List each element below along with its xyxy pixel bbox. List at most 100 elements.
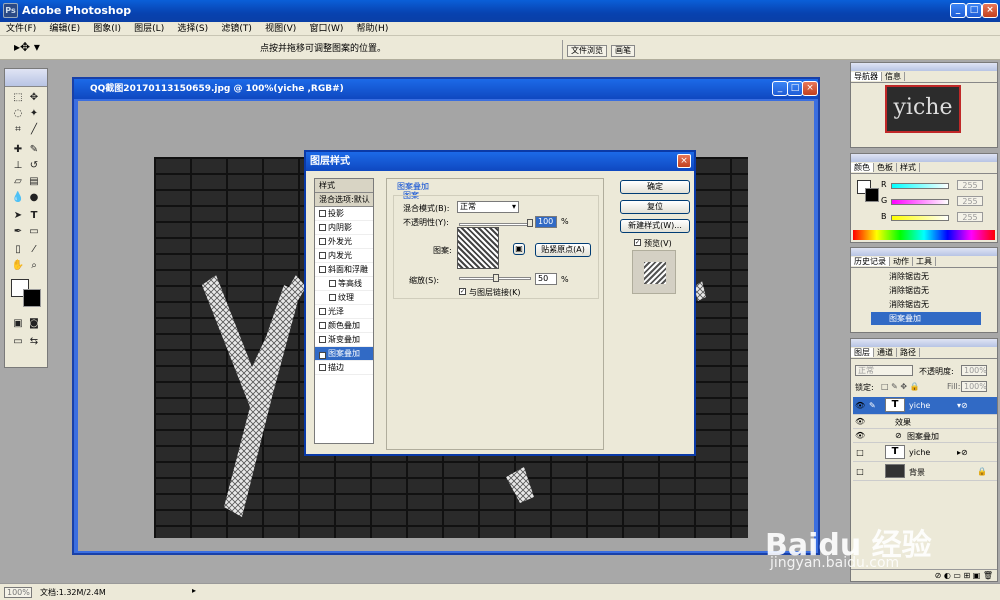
color-spectrum-bar[interactable] [853, 230, 995, 240]
checkbox[interactable] [319, 252, 326, 259]
eye-icon[interactable]: □ [855, 467, 865, 476]
well-tab-file-browser[interactable]: 文件浏览 [567, 45, 607, 57]
fx-icon[interactable]: ▾⊘ [957, 401, 968, 410]
fx-icon[interactable]: ▸⊘ [957, 448, 968, 457]
tab-tools[interactable]: 工具 [913, 257, 936, 266]
well-tab-brushes[interactable]: 画笔 [611, 45, 635, 57]
move-tool-icon[interactable]: ✥ [27, 91, 41, 105]
eraser-tool-icon[interactable]: ▱ [11, 175, 25, 189]
blur-tool-icon[interactable]: 💧 [11, 191, 25, 205]
gradient-tool-icon[interactable]: ▤ [27, 175, 41, 189]
layer-row-yiche-active[interactable]: 👁 ✎ T yiche ▾⊘ [853, 397, 997, 415]
checkbox[interactable] [319, 364, 326, 371]
style-item-texture[interactable]: 纹理 [315, 291, 373, 305]
pattern-picker[interactable] [457, 227, 499, 269]
eye-icon[interactable]: □ [855, 448, 865, 457]
style-item-gradient-overlay[interactable]: 渐变叠加 [315, 333, 373, 347]
snap-to-origin-button[interactable]: 贴紧原点(A) [535, 243, 591, 257]
slice-tool-icon[interactable]: ╱ [27, 123, 41, 137]
menu-layer[interactable]: 图层(L) [130, 22, 168, 36]
history-item[interactable]: 消除锯齿无 [871, 284, 981, 297]
tab-layers[interactable]: 图层 [851, 348, 874, 357]
style-item-color-overlay[interactable]: 颜色叠加 [315, 319, 373, 333]
lock-icons[interactable]: □ ✎ ✥ 🔒 [881, 382, 920, 391]
navigator-thumbnail[interactable]: yiche [885, 85, 961, 133]
channel-g-value[interactable]: 255 [957, 196, 983, 206]
menu-edit[interactable]: 编辑(E) [45, 22, 84, 36]
path-select-icon[interactable]: ➤ [11, 209, 25, 223]
history-brush-icon[interactable]: ↺ [27, 159, 41, 173]
checkbox[interactable] [319, 308, 326, 315]
pen-tool-icon[interactable]: ✒ [11, 225, 25, 239]
quickmask-mode-icon[interactable]: ◙ [27, 317, 41, 331]
doc-maximize-button[interactable]: □ [787, 81, 803, 96]
history-item[interactable]: 消除锯齿无 [871, 298, 981, 311]
hand-tool-icon[interactable]: ✋ [11, 259, 25, 273]
tab-paths[interactable]: 路径 [897, 348, 920, 357]
checkbox[interactable] [319, 224, 326, 231]
style-item-bevel-emboss[interactable]: 斜面和浮雕 [315, 263, 373, 277]
zoom-tool-icon[interactable]: ⌕ [27, 259, 41, 273]
tab-styles[interactable]: 样式 [897, 163, 920, 172]
crop-tool-icon[interactable]: ⌗ [11, 123, 25, 137]
layer-row-background[interactable]: □ 背景 🔒 [853, 463, 997, 481]
screen-mode-icon[interactable]: ▭ [11, 335, 25, 349]
channel-g-slider[interactable] [891, 199, 949, 205]
close-button[interactable]: × [982, 3, 998, 18]
checkbox[interactable] [319, 266, 326, 273]
style-item-inner-glow[interactable]: 内发光 [315, 249, 373, 263]
move-tool-preset-icon[interactable]: ▸✥ ▾ [14, 40, 40, 54]
eye-icon[interactable]: 👁 [855, 417, 865, 426]
opacity-slider[interactable] [459, 223, 531, 226]
healing-brush-icon[interactable]: ✚ [11, 143, 25, 157]
style-item-contour[interactable]: 等高线 [315, 277, 373, 291]
reset-button[interactable]: 复位 [620, 200, 690, 214]
zoom-input[interactable]: 100% [4, 587, 32, 598]
color-bg-swatch[interactable] [865, 188, 879, 202]
status-menu-arrow-icon[interactable]: ▸ [192, 586, 196, 595]
clone-stamp-icon[interactable]: ⊥ [11, 159, 25, 173]
layer-row-yiche[interactable]: □ T yiche ▸⊘ [853, 444, 997, 462]
checkbox[interactable] [319, 210, 326, 217]
checkbox[interactable] [319, 336, 326, 343]
layer-effect-pattern-row[interactable]: 👁 ⊘ 图案叠加 [853, 430, 997, 443]
checkbox[interactable] [329, 280, 336, 287]
style-item-inner-shadow[interactable]: 内阴影 [315, 221, 373, 235]
channel-b-slider[interactable] [891, 215, 949, 221]
type-tool-icon[interactable]: T [27, 209, 41, 223]
channel-b-value[interactable]: 255 [957, 212, 983, 222]
menu-filter[interactable]: 滤镜(T) [217, 22, 256, 36]
ok-button[interactable]: 确定 [620, 180, 690, 194]
menu-file[interactable]: 文件(F) [2, 22, 40, 36]
menu-select[interactable]: 选择(S) [173, 22, 212, 36]
style-item-satin[interactable]: 光泽 [315, 305, 373, 319]
style-item-outer-glow[interactable]: 外发光 [315, 235, 373, 249]
tab-channels[interactable]: 通道 [874, 348, 897, 357]
eye-icon[interactable]: 👁 [855, 401, 865, 410]
new-style-button[interactable]: 新建样式(W)... [620, 219, 690, 233]
checkbox[interactable] [319, 238, 326, 245]
style-item-styles[interactable]: 样式 [315, 179, 373, 193]
tab-color[interactable]: 颜色 [851, 163, 874, 172]
history-item[interactable]: 消除锯齿无 [871, 270, 981, 283]
doc-close-button[interactable]: × [802, 81, 818, 96]
tab-history[interactable]: 历史记录 [851, 257, 890, 266]
style-item-stroke[interactable]: 描边 [315, 361, 373, 375]
dodge-tool-icon[interactable]: ● [27, 191, 41, 205]
menu-image[interactable]: 图象(I) [89, 22, 125, 36]
eye-icon[interactable]: 👁 [855, 431, 865, 440]
blend-mode-select[interactable]: 正常 ▾ [457, 201, 519, 213]
doc-minimize-button[interactable]: _ [772, 81, 788, 96]
checkbox[interactable] [319, 322, 326, 329]
opacity-input[interactable]: 100 [535, 216, 557, 228]
brush-tool-icon[interactable]: ✎ [27, 143, 41, 157]
history-item-current[interactable]: 图案叠加 [871, 312, 981, 325]
scale-input[interactable]: 50 [535, 273, 557, 285]
scale-slider-thumb[interactable] [493, 274, 499, 282]
checkbox[interactable] [329, 294, 336, 301]
dialog-close-button[interactable]: × [677, 154, 691, 168]
layer-opacity-input[interactable]: 100% [961, 365, 987, 376]
maximize-button[interactable]: □ [966, 3, 982, 18]
channel-r-value[interactable]: 255 [957, 180, 983, 190]
eyedropper-icon[interactable]: ⁄ [27, 243, 41, 257]
